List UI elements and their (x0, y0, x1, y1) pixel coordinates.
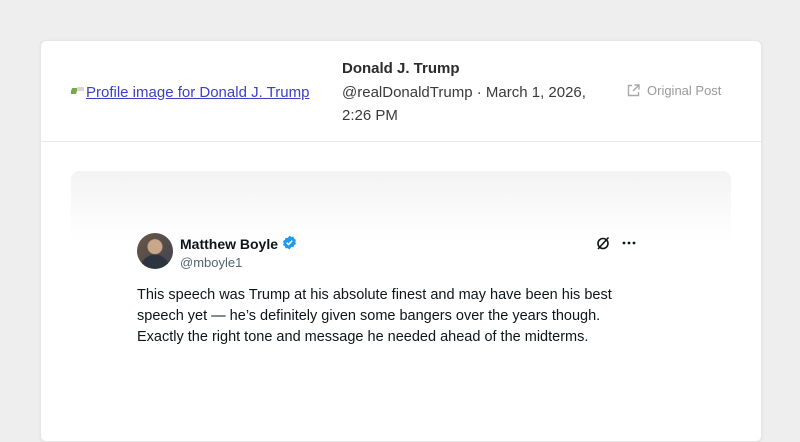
avatar[interactable] (137, 233, 173, 269)
author-name[interactable]: Matthew Boyle (180, 236, 278, 253)
original-post-label: Original Post (647, 83, 722, 98)
post-header: Profile image for Donald J. Trump Donald… (41, 41, 761, 142)
post-meta: @realDonaldTrump · March 1, 2026, 2:26 P… (342, 84, 586, 124)
tweet-actions (595, 235, 637, 256)
external-link-icon (626, 83, 641, 98)
author-handle[interactable]: @mboyle1 (180, 254, 297, 271)
profile-image-alt: Profile image for Donald J. Trump (86, 84, 310, 101)
embedded-post-area: Matthew Boyle @mboyle1 This speech was T… (71, 171, 731, 441)
user-info: Donald J. Trump @realDonaldTrump · March… (342, 59, 617, 127)
grok-icon[interactable] (595, 235, 611, 256)
tweet-header: Matthew Boyle @mboyle1 (137, 233, 637, 273)
profile-image-link[interactable]: Profile image for Donald J. Trump (71, 84, 331, 102)
embedded-tweet: Matthew Boyle @mboyle1 This speech was T… (137, 233, 637, 348)
verified-badge-icon (282, 235, 297, 254)
tweet-author: Matthew Boyle @mboyle1 (180, 235, 297, 271)
author-name-row: Matthew Boyle (180, 235, 297, 254)
post-card: Profile image for Donald J. Trump Donald… (40, 40, 762, 442)
more-options-icon[interactable] (621, 235, 637, 256)
original-post-link[interactable]: Original Post (626, 83, 721, 98)
tweet-text: This speech was Trump at his absolute fi… (137, 287, 612, 345)
display-name: Donald J. Trump (342, 60, 460, 77)
broken-image-icon (71, 87, 85, 95)
